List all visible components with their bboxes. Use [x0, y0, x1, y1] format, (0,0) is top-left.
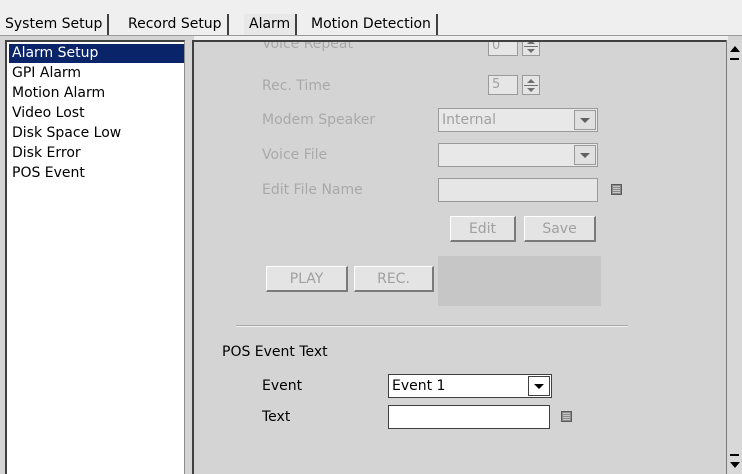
arrow-up-icon[interactable]	[527, 79, 535, 83]
list-item-video-lost[interactable]: Video Lost	[9, 104, 184, 123]
list-item-pos-event[interactable]: POS Event	[9, 164, 184, 183]
event-label: Event	[262, 378, 303, 394]
keyboard-icon[interactable]	[611, 184, 622, 195]
pos-event-text-title: POS Event Text	[222, 344, 328, 360]
chevron-down-icon	[534, 384, 544, 389]
alarm-category-list: Alarm Setup GPI Alarm Motion Alarm Video…	[5, 40, 185, 474]
list-item-motion-alarm[interactable]: Motion Alarm	[9, 84, 184, 103]
scroll-bottom-mark	[730, 454, 739, 456]
tab-motion-detection[interactable]: Motion Detection	[306, 14, 438, 35]
modem-speaker-value: Internal	[442, 112, 496, 128]
rec-button[interactable]: REC.	[354, 266, 434, 292]
edit-file-name-label: Edit File Name	[262, 182, 363, 198]
keyboard-icon[interactable]	[561, 411, 572, 422]
event-dropdown[interactable]: Event 1	[388, 374, 552, 398]
spin-divider	[524, 46, 538, 47]
dropdown-button[interactable]	[574, 145, 596, 165]
section-divider	[236, 325, 628, 327]
voice-file-label: Voice File	[262, 147, 328, 163]
tab-alarm[interactable]: Alarm	[244, 14, 298, 35]
chevron-down-icon	[580, 118, 590, 123]
list-item-disk-error[interactable]: Disk Error	[9, 144, 184, 163]
edit-button[interactable]: Edit	[450, 216, 516, 242]
dropdown-button[interactable]	[574, 110, 596, 130]
chevron-down-icon	[580, 153, 590, 158]
tab-system-setup[interactable]: System Setup	[0, 14, 110, 35]
scroll-up-icon[interactable]	[728, 42, 742, 56]
spin-divider	[524, 85, 538, 86]
save-button[interactable]: Save	[524, 216, 596, 242]
modem-speaker-label: Modem Speaker	[262, 112, 376, 128]
event-value: Event 1	[392, 378, 446, 394]
modem-speaker-dropdown[interactable]: Internal	[438, 108, 598, 132]
list-item-disk-space-low[interactable]: Disk Space Low	[9, 124, 184, 143]
tab-record-setup[interactable]: Record Setup	[123, 14, 229, 35]
dropdown-button[interactable]	[528, 376, 550, 396]
rec-time-value[interactable]: 5	[488, 75, 518, 95]
rec-time-label: Rec. Time	[262, 78, 331, 94]
scroll-down-icon[interactable]	[728, 458, 742, 472]
play-button[interactable]: PLAY	[266, 266, 348, 292]
edit-file-name-input[interactable]	[438, 178, 598, 202]
list-item-gpi-alarm[interactable]: GPI Alarm	[9, 64, 184, 83]
arrow-down-icon[interactable]	[527, 49, 535, 53]
scroll-top-mark	[730, 58, 739, 60]
vertical-scrollbar[interactable]	[726, 40, 742, 474]
list-item-alarm-setup[interactable]: Alarm Setup	[9, 44, 184, 63]
pos-text-input[interactable]	[388, 405, 550, 429]
audio-preview-area	[438, 256, 601, 306]
panel-border-top	[192, 40, 728, 42]
tab-bar: System Setup Record Setup Alarm Motion D…	[0, 0, 742, 36]
rec-time-stepper[interactable]: 5	[488, 75, 552, 95]
text-label: Text	[262, 409, 291, 425]
voice-file-dropdown[interactable]	[438, 143, 598, 167]
rec-time-spin-buttons[interactable]	[522, 75, 540, 95]
arrow-down-icon[interactable]	[527, 88, 535, 92]
